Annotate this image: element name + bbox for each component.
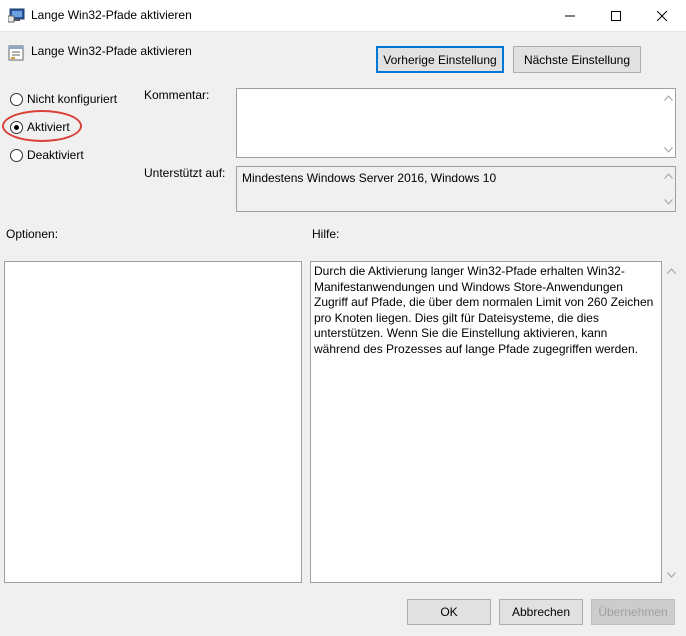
cancel-button[interactable]: Abbrechen — [499, 599, 583, 625]
close-icon — [657, 10, 667, 21]
supported-value: Mindestens Windows Server 2016, Windows … — [242, 171, 497, 185]
scroll-up-arrow-icon[interactable] — [666, 266, 676, 276]
comment-textarea[interactable] — [236, 88, 676, 158]
next-setting-button[interactable]: Nächste Einstellung — [513, 46, 641, 73]
scroll-down-arrow-icon[interactable] — [663, 197, 673, 207]
radio-not-configured[interactable]: Nicht konfiguriert — [10, 92, 117, 106]
radio-label: Deaktiviert — [27, 148, 84, 162]
window-title: Lange Win32-Pfade aktivieren — [31, 8, 192, 22]
apply-button[interactable]: Übernehmen — [591, 599, 675, 625]
radio-disabled[interactable]: Deaktiviert — [10, 148, 84, 162]
options-label: Optionen: — [6, 227, 59, 241]
minimize-button[interactable] — [547, 0, 593, 31]
options-panel — [4, 261, 302, 583]
supported-label: Unterstützt auf: — [144, 166, 226, 180]
minimize-icon — [565, 15, 575, 16]
scroll-down-arrow-icon[interactable] — [663, 145, 673, 155]
previous-setting-button[interactable]: Vorherige Einstellung — [376, 46, 504, 73]
policy-setting-icon — [8, 45, 24, 61]
close-button[interactable] — [639, 0, 685, 31]
policy-editor-icon — [7, 7, 26, 23]
help-label: Hilfe: — [312, 227, 340, 241]
policy-title: Lange Win32-Pfade aktivieren — [31, 44, 192, 58]
help-text: Durch die Aktivierung langer Win32-Pfade… — [314, 264, 654, 356]
scroll-down-arrow-icon[interactable] — [666, 570, 676, 580]
highlight-ellipse — [2, 110, 82, 142]
scroll-up-arrow-icon[interactable] — [663, 171, 673, 181]
radio-circle[interactable] — [10, 92, 23, 106]
radio-circle[interactable] — [10, 148, 23, 162]
radio-label: Nicht konfiguriert — [27, 92, 118, 106]
comment-label: Kommentar: — [144, 88, 210, 102]
maximize-button[interactable] — [593, 0, 639, 31]
scroll-up-arrow-icon[interactable] — [663, 93, 673, 103]
maximize-icon — [611, 10, 621, 21]
ok-button[interactable]: OK — [407, 599, 491, 625]
